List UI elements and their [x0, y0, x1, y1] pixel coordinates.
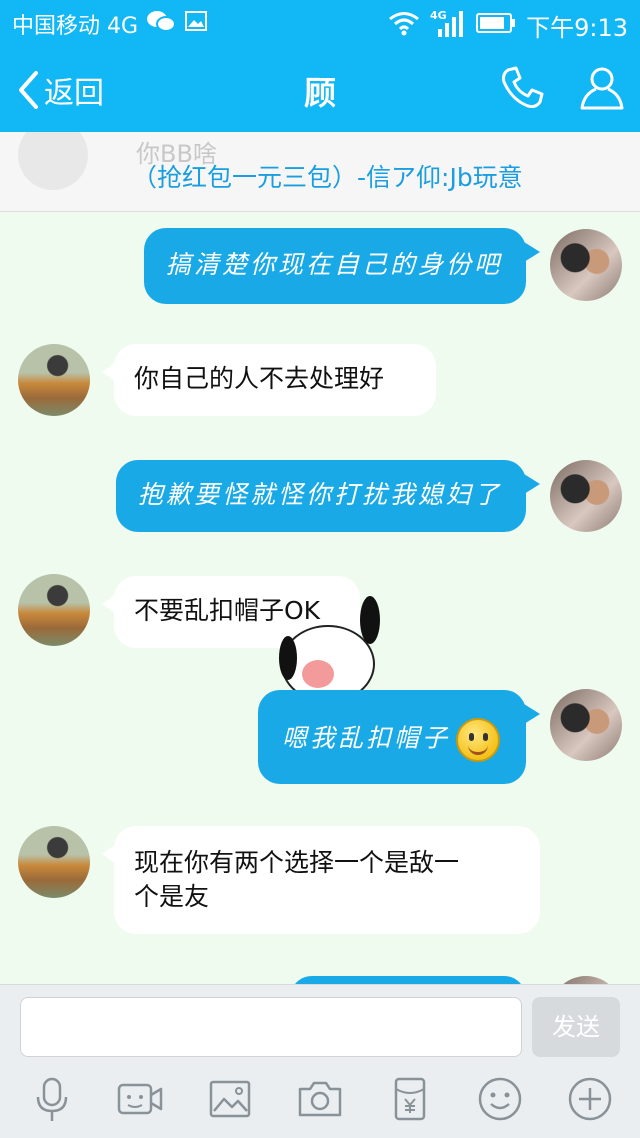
my-avatar[interactable]	[550, 460, 622, 532]
message-list[interactable]: 搞清楚你现在自己的身份吧 你自己的人不去处理好 抱歉要怪就怪你打扰我媳妇了 不要…	[0, 212, 640, 984]
video-call-icon	[117, 1083, 163, 1115]
microphone-icon	[36, 1077, 68, 1121]
message-text: 你自己的人不去处理好	[134, 364, 385, 393]
voice-call-button[interactable]	[498, 64, 546, 112]
bubble-tail	[524, 704, 540, 724]
clock-label: 下午9:13	[526, 14, 628, 42]
bubble-tail	[524, 474, 540, 494]
photo-album-button[interactable]	[206, 1075, 254, 1123]
wifi-icon	[388, 10, 420, 42]
composer-bar: 发送	[0, 984, 640, 1138]
phone-icon	[502, 66, 544, 108]
message-bubble-outgoing-partial[interactable]	[290, 976, 526, 984]
pinned-notice[interactable]: 你BB啥 （抢红包一元三包）-信ア仰:Jb玩意	[0, 132, 640, 212]
contact-profile-button[interactable]	[578, 64, 626, 112]
bubble-tail	[102, 362, 116, 382]
message-text: 搞清楚你现在自己的身份吧	[166, 250, 503, 279]
camera-icon	[298, 1081, 342, 1117]
image-icon	[209, 1080, 251, 1118]
message-bubble-outgoing[interactable]: 嗯我乱扣帽子	[258, 690, 526, 784]
composer-toolbar	[0, 1075, 640, 1131]
message-text-line: 个是友	[134, 882, 210, 911]
status-right: 4G 下午9:13	[388, 8, 628, 43]
send-button[interactable]: 发送	[532, 997, 620, 1057]
message-input[interactable]	[20, 997, 522, 1057]
bubble-tail	[102, 594, 116, 614]
chat-header: 返回 顾	[0, 48, 640, 132]
emoji-icon	[478, 1077, 522, 1121]
notice-avatar	[18, 132, 88, 190]
message-text-line: 现在你有两个选择一个是敌一	[134, 848, 460, 877]
contact-avatar[interactable]	[18, 344, 90, 416]
gallery-notification-icon	[184, 10, 208, 38]
more-options-button[interactable]	[566, 1075, 614, 1123]
red-packet-icon	[394, 1077, 426, 1121]
red-packet-button[interactable]	[386, 1075, 434, 1123]
camera-button[interactable]	[296, 1075, 344, 1123]
voice-input-button[interactable]	[28, 1075, 76, 1123]
carrier-label: 中国移动 4G	[12, 14, 139, 39]
message-bubble-outgoing[interactable]: 抱歉要怪就怪你打扰我媳妇了	[116, 460, 526, 532]
message-bubble-incoming[interactable]: 你自己的人不去处理好	[114, 344, 436, 416]
message-bubble-incoming[interactable]: 现在你有两个选择一个是敌一 个是友	[114, 826, 540, 934]
video-call-button[interactable]	[116, 1075, 164, 1123]
my-avatar[interactable]	[550, 229, 622, 301]
status-left: 中国移动 4G	[12, 8, 208, 40]
plus-icon	[568, 1077, 612, 1121]
contact-avatar[interactable]	[18, 574, 90, 646]
message-text: 抱歉要怪就怪你打扰我媳妇了	[138, 480, 503, 509]
status-bar: 中国移动 4G 4G 下午9:13	[0, 0, 640, 48]
bubble-tail	[524, 242, 540, 262]
smiley-emoji-icon	[456, 718, 501, 762]
my-avatar[interactable]	[550, 976, 622, 984]
contact-avatar[interactable]	[18, 826, 90, 898]
panda-sticker-image	[279, 596, 380, 703]
signal-icon: 4G	[430, 9, 466, 43]
my-avatar[interactable]	[550, 689, 622, 761]
wechat-icon	[146, 9, 177, 39]
message-bubble-outgoing[interactable]: 搞清楚你现在自己的身份吧	[144, 228, 526, 304]
message-text: 嗯我乱扣帽子	[282, 723, 451, 753]
network-type-label: 4G	[430, 9, 447, 22]
notice-text: （抢红包一元三包）-信ア仰:Jb玩意	[132, 163, 523, 192]
battery-icon	[476, 12, 516, 40]
emoji-button[interactable]	[476, 1075, 524, 1123]
bubble-tail	[102, 844, 116, 864]
person-icon	[580, 67, 624, 110]
